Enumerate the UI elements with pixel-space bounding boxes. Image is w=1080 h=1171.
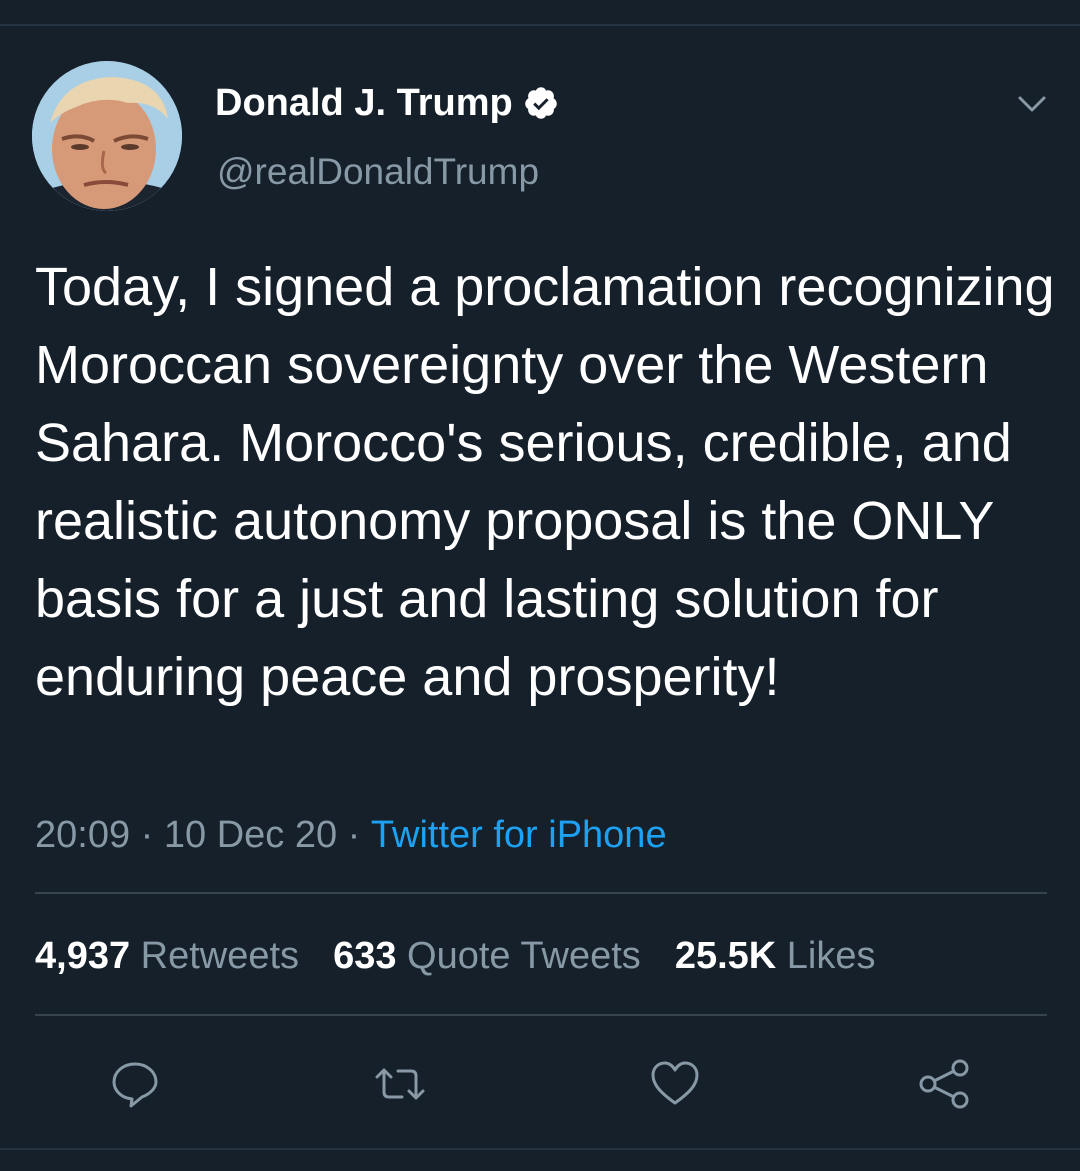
- divider: [35, 892, 1047, 894]
- quotes-count: 633: [333, 935, 397, 977]
- tweet-meta: 20:09 · 10 Dec 20 · Twitter for iPhone: [35, 810, 667, 860]
- meta-separator: ·: [337, 814, 371, 856]
- retweet-button[interactable]: [372, 1056, 428, 1112]
- display-name[interactable]: Donald J. Trump: [215, 78, 513, 128]
- like-button[interactable]: [647, 1056, 703, 1112]
- avatar[interactable]: [32, 61, 182, 211]
- tweet-text: Today, I signed a proclamation recognizi…: [35, 257, 1055, 707]
- likes-label: Likes: [786, 935, 876, 977]
- tweet-time[interactable]: 20:09: [35, 810, 130, 860]
- retweets-count: 4,937: [35, 935, 131, 977]
- bottom-divider: [0, 1148, 1080, 1150]
- author-handle[interactable]: @realDonaldTrump: [217, 150, 539, 194]
- quote-tweets-stat[interactable]: 633 Quote Tweets: [333, 930, 641, 982]
- quotes-label: Quote Tweets: [407, 935, 641, 977]
- tweet-date[interactable]: 10 Dec 20: [164, 810, 337, 860]
- share-icon: [919, 1059, 969, 1109]
- reply-button[interactable]: [107, 1056, 163, 1112]
- likes-count: 25.5K: [674, 935, 777, 977]
- meta-separator: ·: [130, 814, 164, 856]
- retweets-stat[interactable]: 4,937 Retweets: [35, 930, 299, 982]
- verified-badge-icon: [523, 85, 559, 121]
- retweet-icon: [375, 1068, 425, 1100]
- divider: [35, 1014, 1047, 1016]
- author-name-row[interactable]: Donald J. Trump: [215, 78, 559, 128]
- share-button[interactable]: [916, 1056, 972, 1112]
- like-icon: [651, 1061, 699, 1105]
- likes-stat[interactable]: 25.5K Likes: [675, 930, 876, 982]
- top-divider: [0, 24, 1080, 26]
- engagement-stats: 4,937 Retweets 633 Quote Tweets 25.5K Li…: [35, 930, 910, 982]
- tweet-source-link[interactable]: Twitter for iPhone: [371, 810, 667, 860]
- retweets-label: Retweets: [140, 935, 300, 977]
- reply-icon: [112, 1062, 158, 1108]
- avatar-image: [32, 61, 182, 211]
- chevron-down-icon[interactable]: [1012, 84, 1052, 124]
